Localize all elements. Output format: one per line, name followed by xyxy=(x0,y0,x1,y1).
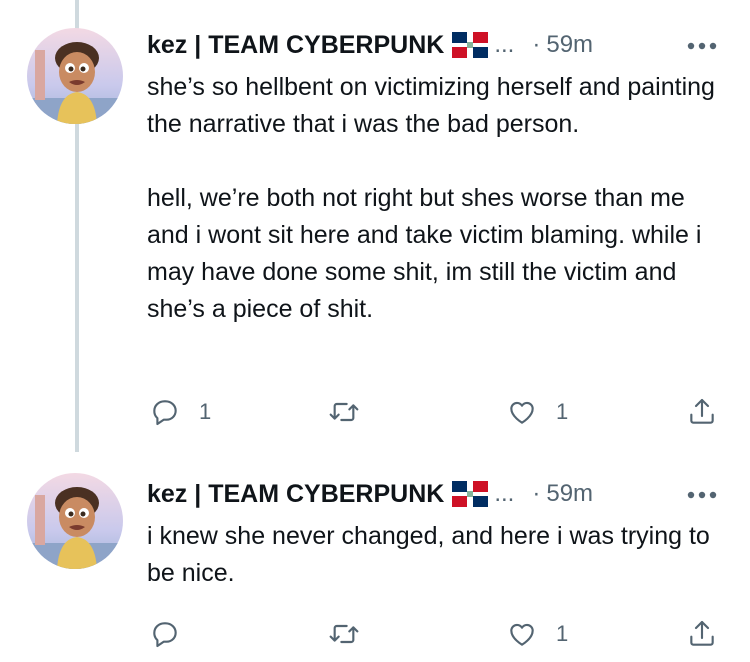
name-truncation: ... xyxy=(494,31,515,58)
name-truncation: ... xyxy=(494,480,515,507)
retweet-icon xyxy=(329,402,359,422)
retweet-button[interactable] xyxy=(328,618,378,650)
like-count: 1 xyxy=(556,399,569,424)
timestamp[interactable]: 59m xyxy=(546,480,593,508)
share-icon xyxy=(690,398,714,424)
more-icon[interactable] xyxy=(684,36,720,56)
reply-button[interactable]: 1 xyxy=(149,396,211,428)
dominican-republic-flag-icon xyxy=(452,481,489,507)
like-button[interactable]: 1 xyxy=(506,396,568,428)
reply-button[interactable] xyxy=(149,618,199,650)
tweet-text: she’s so hellbent on victimizing herself… xyxy=(147,73,715,323)
dominican-republic-flag-icon xyxy=(452,32,489,58)
separator-dot: · xyxy=(532,31,541,58)
tweet-header: kez | TEAM CYBERPUNK ... · 59m xyxy=(147,477,593,511)
heart-icon xyxy=(510,401,534,424)
separator-dot: · xyxy=(532,480,541,507)
more-icon[interactable] xyxy=(684,485,720,505)
retweet-icon xyxy=(329,624,359,644)
author-name[interactable]: kez | TEAM CYBERPUNK xyxy=(147,31,444,60)
heart-icon xyxy=(510,623,534,646)
retweet-button[interactable] xyxy=(328,396,378,428)
tweet-text: i knew she never changed, and here i was… xyxy=(147,522,710,587)
avatar[interactable] xyxy=(27,28,123,124)
tweet-header: kez | TEAM CYBERPUNK ... · 59m xyxy=(147,28,593,62)
share-button[interactable] xyxy=(686,396,718,428)
reply-count: 1 xyxy=(199,399,212,424)
avatar[interactable] xyxy=(27,473,123,569)
timestamp[interactable]: 59m xyxy=(546,31,593,59)
share-icon xyxy=(690,620,714,646)
share-button[interactable] xyxy=(686,618,718,650)
reply-icon xyxy=(153,400,177,426)
like-count: 1 xyxy=(556,621,569,646)
author-name[interactable]: kez | TEAM CYBERPUNK xyxy=(147,480,444,509)
reply-icon xyxy=(153,622,177,648)
like-button[interactable]: 1 xyxy=(506,618,568,650)
